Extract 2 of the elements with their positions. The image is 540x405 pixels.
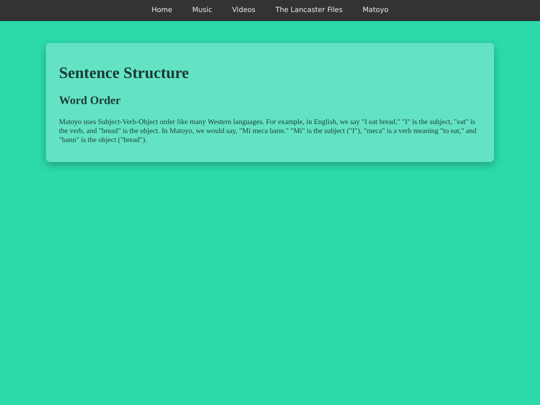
section-heading: Word Order bbox=[59, 95, 122, 107]
page-title: Sentence Structure bbox=[59, 65, 190, 83]
